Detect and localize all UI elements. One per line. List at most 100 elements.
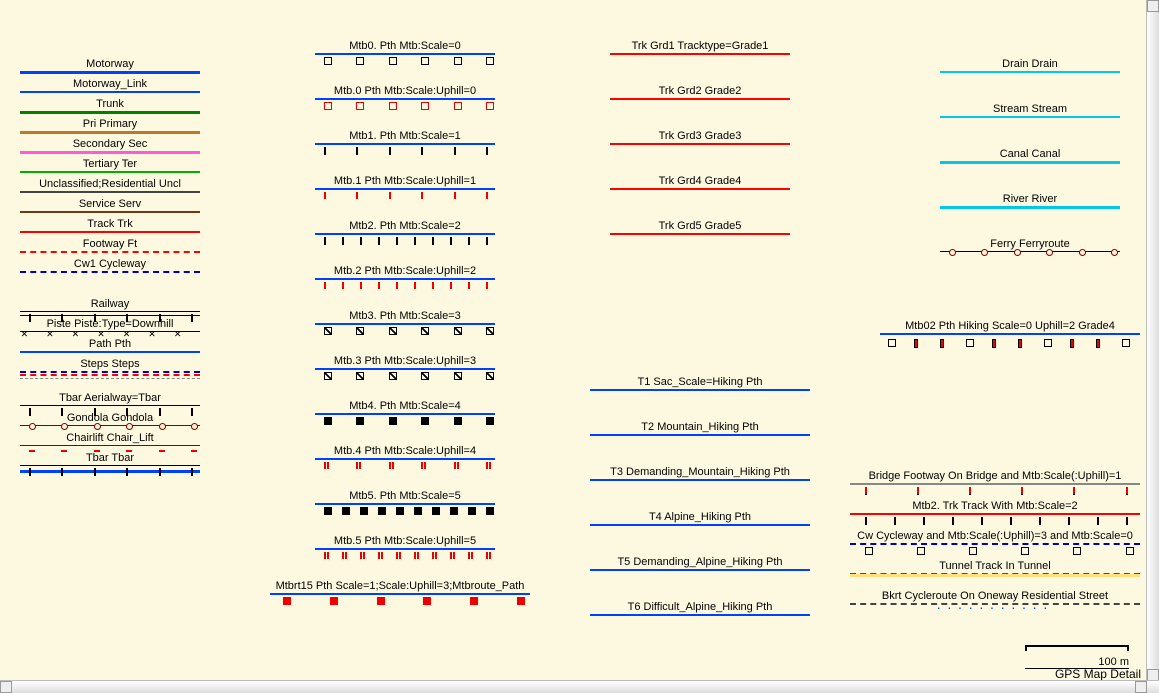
map-detail-label: GPS Map Detail — [1055, 667, 1141, 681]
legend-item: Tbar Aerialway=Tbar — [20, 392, 200, 406]
scrollbar-vertical[interactable] — [1146, 0, 1159, 681]
legend-item: Tunnel Track In Tunnel — [850, 560, 1140, 575]
legend-item: Unclassified;Residential Uncl — [20, 178, 200, 193]
legend-label: Tunnel Track In Tunnel — [850, 560, 1140, 573]
legend-label: Mtb3. Pth Mtb:Scale=3 — [315, 310, 495, 323]
legend-item: Mtb5. Pth Mtb:Scale=5 — [315, 490, 495, 505]
legend-label: Mtb.3 Pth Mtb:Scale:Uphill=3 — [315, 355, 495, 368]
legend-item — [20, 378, 200, 379]
legend-label: Drain Drain — [940, 58, 1120, 71]
legend-label: T4 Alpine_Hiking Pth — [590, 511, 810, 524]
legend-item: Bkrt Cycleroute On Oneway Residential St… — [850, 590, 1140, 605]
legend-label: Trk Grd1 Tracktype=Grade1 — [610, 40, 790, 53]
legend-label: Chairlift Chair_Lift — [20, 432, 200, 445]
legend-label: Footway Ft — [20, 238, 200, 251]
legend-label: Trk Grd2 Grade2 — [610, 85, 790, 98]
legend-label: Mtb2. Trk Track With Mtb:Scale=2 — [850, 500, 1140, 513]
legend-item: Mtb4. Pth Mtb:Scale=4 — [315, 400, 495, 415]
legend-item: Mtb.1 Pth Mtb:Scale:Uphill=1 — [315, 175, 495, 190]
legend-item: T2 Mountain_Hiking Pth — [590, 421, 810, 436]
legend-item: Tbar Tbar — [20, 452, 200, 466]
legend-item: Trk Grd5 Grade5 — [610, 220, 790, 235]
legend-label: Stream Stream — [940, 103, 1120, 116]
legend-item: T6 Difficult_Alpine_Hiking Pth — [590, 601, 810, 616]
legend-item: Bridge Footway On Bridge and Mtb:Scale(:… — [850, 470, 1140, 485]
legend-label: Mtb4. Pth Mtb:Scale=4 — [315, 400, 495, 413]
legend-item: Trk Grd3 Grade3 — [610, 130, 790, 145]
legend-item: T5 Demanding_Alpine_Hiking Pth — [590, 556, 810, 571]
legend-item: Mtbrt15 Pth Scale=1;Scale:Uphill=3;Mtbro… — [270, 580, 530, 595]
legend-item: Stream Stream — [940, 103, 1120, 118]
legend-label: Track Trk — [20, 218, 200, 231]
legend-item: Mtb.0 Pth Mtb:Scale:Uphill=0 — [315, 85, 495, 100]
legend-item: Trk Grd4 Grade4 — [610, 175, 790, 190]
legend-label: Cw Cycleway and Mtb:Scale(:Uphill)=3 and… — [850, 530, 1140, 543]
legend-item: Canal Canal — [940, 148, 1120, 164]
legend-label: Tbar Tbar — [20, 452, 200, 465]
legend-item: Motorway_Link — [20, 78, 200, 93]
legend-item: Mtb.3 Pth Mtb:Scale:Uphill=3 — [315, 355, 495, 370]
legend-label: Motorway_Link — [20, 78, 200, 91]
legend-item: Mtb2. Pth Mtb:Scale=2 — [315, 220, 495, 235]
legend-item: Steps Steps — [20, 358, 200, 376]
legend-item: Service Serv — [20, 198, 200, 213]
legend-label: Mtb5. Pth Mtb:Scale=5 — [315, 490, 495, 503]
legend-item: Chairlift Chair_Lift — [20, 432, 200, 446]
legend-label: Tbar Aerialway=Tbar — [20, 392, 200, 405]
legend-label: Mtb.1 Pth Mtb:Scale:Uphill=1 — [315, 175, 495, 188]
legend-item: Motorway — [20, 58, 200, 74]
legend-item: Cw Cycleway and Mtb:Scale(:Uphill)=3 and… — [850, 530, 1140, 545]
legend-item: Path Pth — [20, 338, 200, 353]
legend-label: Steps Steps — [20, 358, 200, 371]
legend-item: Ferry Ferryroute — [940, 238, 1120, 252]
legend-item: Mtb02 Pth Hiking Scale=0 Uphill=2 Grade4 — [880, 320, 1140, 335]
legend-label: Trk Grd4 Grade4 — [610, 175, 790, 188]
legend-label: Service Serv — [20, 198, 200, 211]
legend-item: Track Trk — [20, 218, 200, 233]
scrollbar-horizontal[interactable] — [0, 680, 1159, 693]
legend-label: Mtb.4 Pth Mtb:Scale:Uphill=4 — [315, 445, 495, 458]
legend-label: T6 Difficult_Alpine_Hiking Pth — [590, 601, 810, 614]
legend-item: Drain Drain — [940, 58, 1120, 73]
legend-item: T4 Alpine_Hiking Pth — [590, 511, 810, 526]
legend-label: Trk Grd3 Grade3 — [610, 130, 790, 143]
legend-item: Secondary Sec — [20, 138, 200, 154]
legend-item: Mtb1. Pth Mtb:Scale=1 — [315, 130, 495, 145]
legend-label: Path Pth — [20, 338, 200, 351]
legend-label: Mtb2. Pth Mtb:Scale=2 — [315, 220, 495, 233]
legend-item: Cw1 Cycleway — [20, 258, 200, 273]
legend-item: Mtb3. Pth Mtb:Scale=3 — [315, 310, 495, 325]
legend-label: Ferry Ferryroute — [940, 238, 1120, 251]
legend-label: Railway — [20, 298, 200, 311]
legend-label: Bridge Footway On Bridge and Mtb:Scale(:… — [850, 470, 1140, 483]
legend-label: Mtb.0 Pth Mtb:Scale:Uphill=0 — [315, 85, 495, 98]
legend-label: River River — [940, 193, 1120, 206]
legend-item: T1 Sac_Scale=Hiking Pth — [590, 376, 810, 391]
legend-item: Mtb.4 Pth Mtb:Scale:Uphill=4 — [315, 445, 495, 460]
legend-item: Mtb2. Trk Track With Mtb:Scale=2 — [850, 500, 1140, 515]
legend-label: Tertiary Ter — [20, 158, 200, 171]
legend-item: Gondola Gondola — [20, 412, 200, 426]
legend-label: T2 Mountain_Hiking Pth — [590, 421, 810, 434]
legend-item: Footway Ft — [20, 238, 200, 253]
legend-label: Mtbrt15 Pth Scale=1;Scale:Uphill=3;Mtbro… — [270, 580, 530, 593]
legend-label: T3 Demanding_Mountain_Hiking Pth — [590, 466, 810, 479]
legend-item: Tertiary Ter — [20, 158, 200, 173]
legend-label: Mtb1. Pth Mtb:Scale=1 — [315, 130, 495, 143]
legend-item: Pri Primary — [20, 118, 200, 134]
legend-label: Unclassified;Residential Uncl — [20, 178, 200, 191]
legend-label: Canal Canal — [940, 148, 1120, 161]
legend-label: Mtb.2 Pth Mtb:Scale:Uphill=2 — [315, 265, 495, 278]
legend-label: Gondola Gondola — [20, 412, 200, 425]
legend-label: T1 Sac_Scale=Hiking Pth — [590, 376, 810, 389]
legend-item: Railway — [20, 298, 200, 316]
legend-label: Mtb02 Pth Hiking Scale=0 Uphill=2 Grade4 — [880, 320, 1140, 333]
legend-item: Mtb0. Pth Mtb:Scale=0 — [315, 40, 495, 55]
legend-item: Trk Grd1 Tracktype=Grade1 — [610, 40, 790, 55]
legend-label: Pri Primary — [20, 118, 200, 131]
legend-item: Mtb.2 Pth Mtb:Scale:Uphill=2 — [315, 265, 495, 280]
legend-label: Secondary Sec — [20, 138, 200, 151]
legend-item: T3 Demanding_Mountain_Hiking Pth — [590, 466, 810, 481]
legend-label: T5 Demanding_Alpine_Hiking Pth — [590, 556, 810, 569]
legend-label: Motorway — [20, 58, 200, 71]
